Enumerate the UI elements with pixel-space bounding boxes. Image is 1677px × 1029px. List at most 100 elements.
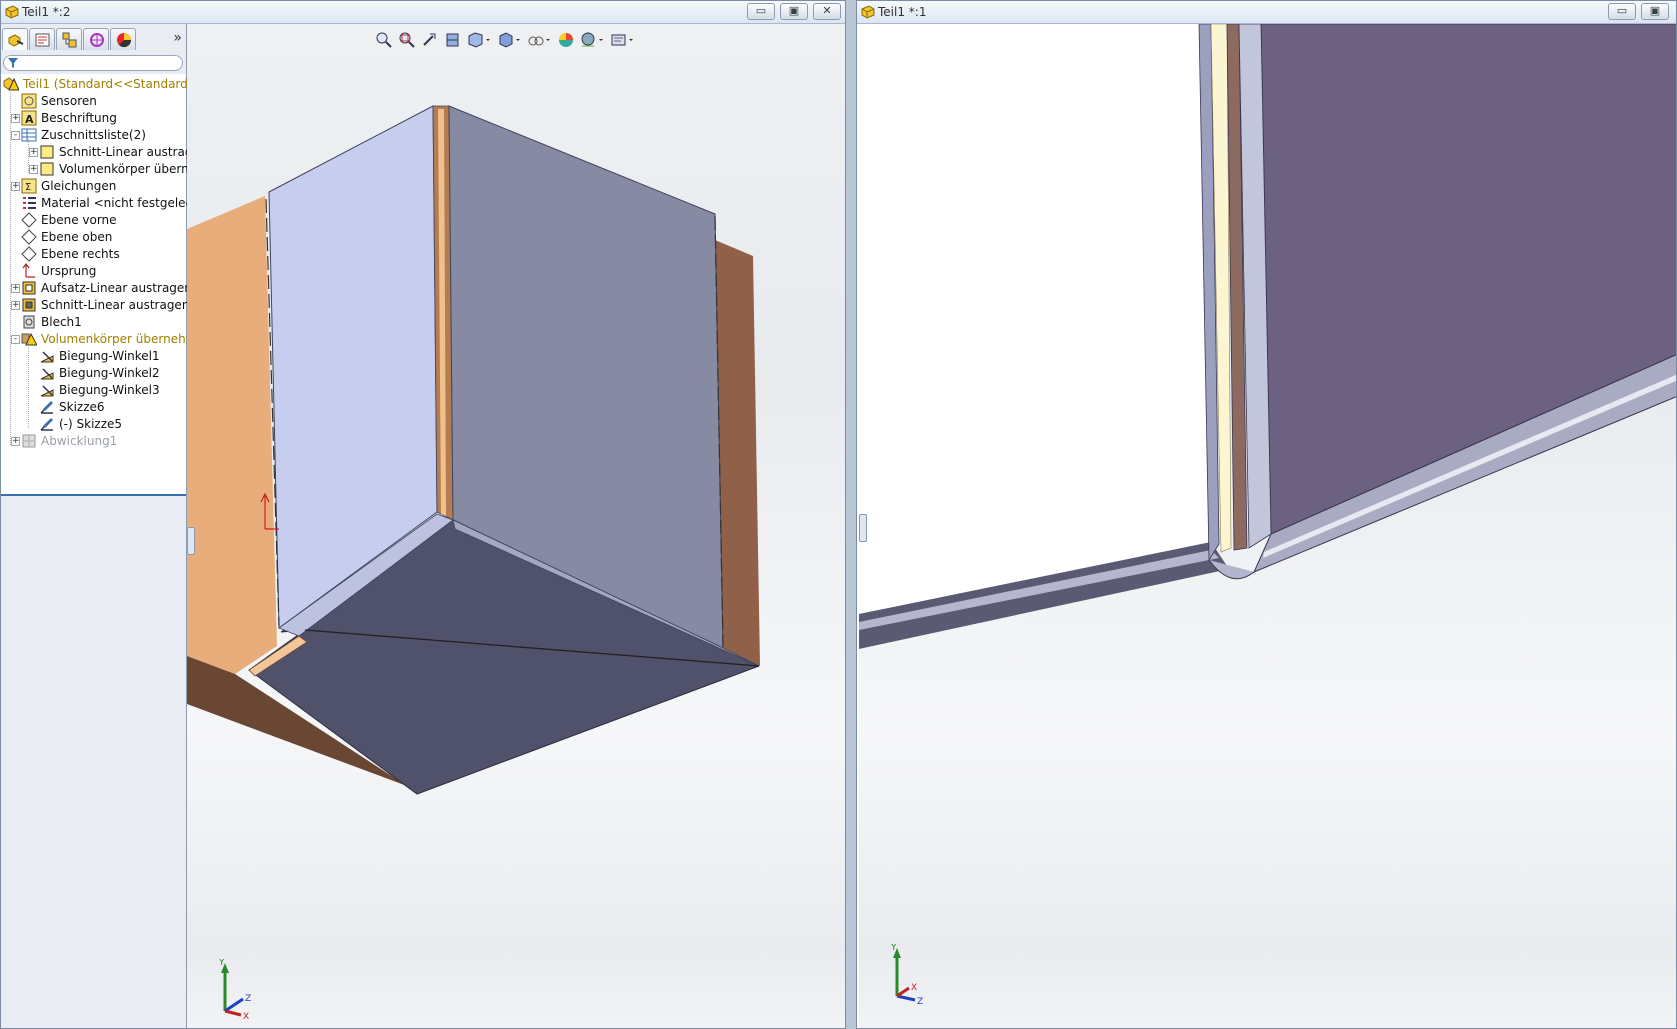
tree-item-label: Ursprung — [41, 264, 97, 278]
plane-icon — [21, 246, 37, 262]
triad-x-label: X — [243, 1012, 249, 1019]
cutlist-item-icon — [39, 144, 55, 160]
minimize-button[interactable]: ▭ — [747, 3, 775, 20]
material-icon — [21, 195, 37, 211]
flat-pattern-icon — [21, 433, 37, 449]
triad-z-label: Z — [245, 994, 251, 1004]
expand-icon[interactable]: + — [11, 301, 20, 310]
tree-guide-line — [28, 343, 29, 428]
coordinate-triad-right: Y X Z — [890, 944, 923, 1004]
plane-icon — [21, 229, 37, 245]
part-document-icon — [861, 5, 875, 19]
tab-featuremanager-tree[interactable] — [2, 28, 28, 50]
tree-item[interactable]: Teil1 (Standard<<Standard — [1, 75, 188, 93]
svg-text:A: A — [25, 113, 34, 126]
annotation-icon: A — [21, 110, 37, 126]
panel-collapse-handle[interactable] — [187, 527, 195, 555]
tab-property-manager[interactable] — [29, 28, 55, 50]
sensor-icon — [21, 93, 37, 109]
display-manager-icon — [117, 33, 132, 48]
tree-item[interactable]: Ebene oben — [1, 228, 186, 246]
collapse-icon[interactable]: - — [11, 131, 20, 140]
tree-item-label: Ebene oben — [41, 230, 113, 244]
bend-icon — [39, 382, 55, 398]
coordinate-triad-left: Y Z X — [218, 959, 251, 1019]
tree-item[interactable]: Ebene rechts — [1, 245, 186, 263]
origin-icon — [21, 263, 37, 279]
minimize-button[interactable]: ▭ — [1608, 3, 1636, 20]
tree-guide-line — [10, 88, 11, 445]
equation-icon: Σ — [21, 178, 37, 194]
triad-z-label: Z — [917, 997, 923, 1004]
extrude-cut-icon — [21, 297, 37, 313]
tab-display-manager[interactable] — [110, 28, 136, 50]
graphics-area-right[interactable]: Y X Z — [859, 24, 1677, 1029]
tree-item-label: (-) Skizze5 — [59, 417, 123, 431]
expand-panel-button[interactable]: » — [173, 30, 182, 46]
svg-text:Σ: Σ — [25, 182, 31, 193]
configuration-manager-icon — [62, 32, 77, 48]
tree-item-label: Biegung-Winkel2 — [59, 366, 160, 380]
expand-icon[interactable]: + — [29, 165, 38, 174]
tree-item[interactable]: + Σ Gleichungen — [1, 177, 186, 195]
close-button[interactable]: ✕ — [813, 3, 841, 20]
sheetmetal-icon — [21, 314, 37, 330]
sketch-icon — [39, 399, 55, 415]
tab-dimxpert-manager[interactable] — [83, 28, 109, 50]
triad-y-label: Y — [218, 959, 225, 968]
tree-item-label: Schnitt-Linear austragen — [59, 145, 208, 159]
dimxpert-manager-icon — [90, 33, 104, 47]
right-window-title: Teil1 *:1 — [878, 5, 927, 19]
tree-item[interactable]: + Abwicklung1 — [1, 432, 186, 450]
plane-icon — [21, 212, 37, 228]
tree-item[interactable]: + Schnitt-Linear austragen1 — [1, 296, 197, 314]
bend-icon — [39, 348, 55, 364]
triad-x-label: X — [911, 983, 917, 993]
right-document-window[interactable]: Teil1 *:1 ▭ ▣ Y X Z — [856, 0, 1677, 1029]
tree-item-label: Zuschnittsliste(2) — [41, 128, 146, 142]
part-document-icon — [5, 5, 19, 19]
collapse-icon[interactable]: - — [11, 335, 20, 344]
tree-item[interactable]: Sensoren — [1, 92, 186, 110]
tab-configuration-manager[interactable] — [56, 28, 82, 50]
tree-item[interactable]: + A Beschriftung — [1, 109, 186, 127]
tree-item-label: Blech1 — [41, 315, 82, 329]
tree-item-label: Schnitt-Linear austragen1 — [41, 298, 198, 312]
tree-item-label: Ebene rechts — [41, 247, 120, 261]
expand-icon[interactable]: + — [29, 148, 38, 157]
tree-item[interactable]: + Aufsatz-Linear austragen1 — [1, 279, 200, 297]
left-document-window[interactable]: Teil1 *:2 ▭ ▣ ✕ » Teil1 (Standard<<Stand… — [0, 0, 846, 1029]
tree-item-label: Biegung-Winkel1 — [59, 349, 160, 363]
maximize-button[interactable]: ▣ — [1641, 3, 1669, 20]
panel-collapse-handle[interactable] — [859, 514, 867, 542]
tree-item-label: Sensoren — [41, 94, 97, 108]
feature-tree[interactable]: Teil1 (Standard<<Standard Sensoren + A Besch… — [1, 74, 230, 496]
filter-icon — [8, 58, 18, 68]
convert-solid-warning-icon — [21, 331, 38, 347]
sketch-icon — [39, 416, 55, 432]
sheet-metal-part-model-left[interactable] — [187, 24, 846, 1029]
left-window-title: Teil1 *:2 — [22, 5, 71, 19]
tree-filter-input[interactable] — [3, 55, 183, 71]
expand-icon[interactable]: + — [11, 182, 20, 191]
tree-item-label: Gleichungen — [41, 179, 117, 193]
tree-item[interactable]: Blech1 — [1, 313, 186, 331]
right-window-titlebar[interactable]: Teil1 *:1 ▭ ▣ — [857, 1, 1676, 24]
tree-item-label: Abwicklung1 — [41, 434, 118, 448]
graphics-area-left[interactable]: Y Z X — [187, 24, 846, 1029]
maximize-button[interactable]: ▣ — [780, 3, 808, 20]
tree-item-label: Ebene vorne — [41, 213, 117, 227]
bend-icon — [39, 365, 55, 381]
tree-item[interactable]: Ursprung — [1, 262, 186, 280]
part-warning-icon — [3, 76, 20, 92]
tree-item-label: Biegung-Winkel3 — [59, 383, 160, 397]
tree-item[interactable]: Ebene vorne — [1, 211, 186, 229]
sheet-metal-part-model-right[interactable] — [859, 24, 1677, 1029]
tree-item-label: Material <nicht festgelegt> — [41, 196, 208, 210]
tree-item[interactable]: Material <nicht festgelegt> — [1, 194, 208, 212]
left-window-titlebar[interactable]: Teil1 *:2 ▭ ▣ ✕ — [1, 1, 845, 24]
expand-icon[interactable]: + — [11, 437, 20, 446]
expand-icon[interactable]: + — [11, 284, 20, 293]
property-manager-icon — [35, 33, 50, 47]
expand-icon[interactable]: + — [11, 114, 20, 123]
